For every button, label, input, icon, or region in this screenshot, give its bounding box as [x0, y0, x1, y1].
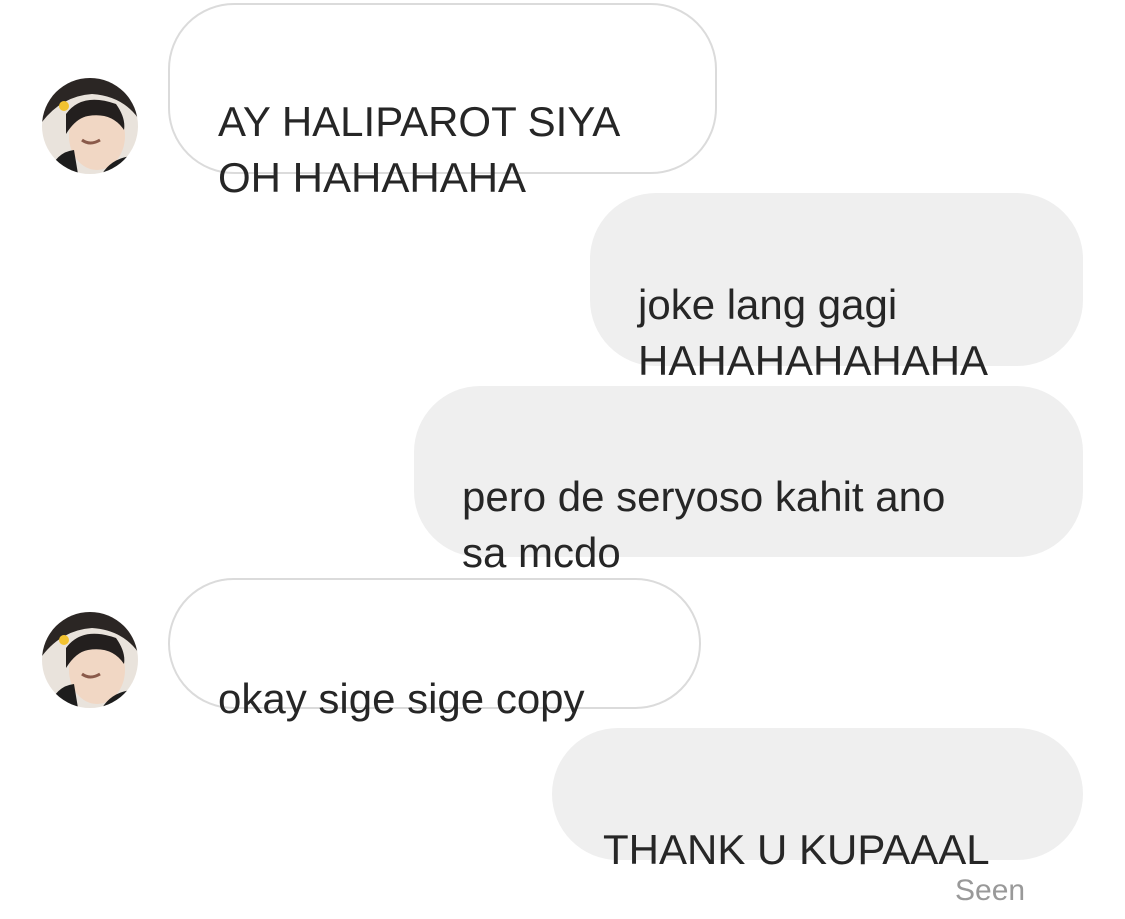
outgoing-message[interactable]: THANK U KUPAAAL [552, 728, 1083, 873]
incoming-message[interactable]: AY HALIPAROT SIYA OH HAHAHAHA [168, 3, 717, 201]
message-text: THANK U KUPAAAL [603, 826, 990, 873]
seen-indicator: Seen [955, 874, 1026, 907]
sender-avatar[interactable] [42, 612, 138, 708]
incoming-message[interactable]: okay sige sige copy [168, 578, 701, 722]
message-text: pero de seryoso kahit ano sa mcdo [462, 473, 946, 576]
outgoing-message[interactable]: pero de seryoso kahit ano sa mcdo [414, 386, 1083, 576]
message-text: joke lang gagi HAHAHAHAHAHA [638, 281, 989, 384]
sender-avatar[interactable] [42, 78, 138, 174]
message-text: okay sige sige copy [218, 675, 585, 722]
outgoing-message[interactable]: joke lang gagi HAHAHAHAHAHA [590, 193, 1083, 384]
avatar-photo-icon [42, 612, 138, 708]
avatar-photo-icon [42, 78, 138, 174]
message-thread: AY HALIPAROT SIYA OH HAHAHAHA joke lang … [0, 0, 1125, 919]
message-text: AY HALIPAROT SIYA OH HAHAHAHA [218, 98, 621, 201]
